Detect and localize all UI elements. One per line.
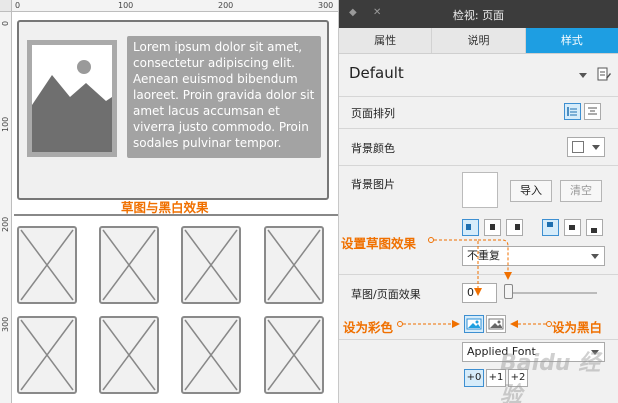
annotation-arrows bbox=[397, 237, 552, 328]
watermark-logo: Baidu 经验 bbox=[500, 351, 601, 403]
